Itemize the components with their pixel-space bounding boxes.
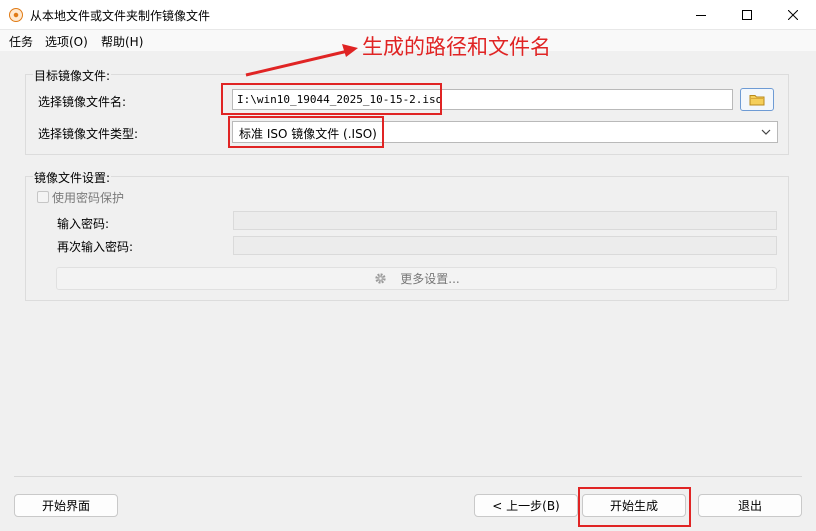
minimize-icon — [696, 15, 706, 16]
maximize-button[interactable] — [724, 0, 770, 30]
password-protect-checkbox[interactable] — [37, 191, 49, 203]
exit-button[interactable]: 退出 — [698, 494, 802, 517]
disc-icon — [9, 8, 23, 22]
window-title: 从本地文件或文件夹制作镜像文件 — [30, 9, 211, 23]
chevron-down-icon — [761, 129, 771, 135]
close-icon — [788, 10, 798, 20]
password-label: 输入密码: — [57, 217, 110, 231]
annotation-text: 生成的路径和文件名 — [362, 35, 551, 59]
title-bar: 从本地文件或文件夹制作镜像文件 — [0, 0, 816, 30]
filename-highlight-box — [221, 83, 442, 115]
password-confirm-label: 再次输入密码: — [57, 240, 134, 254]
browse-button[interactable] — [740, 88, 774, 111]
close-button[interactable] — [770, 0, 816, 30]
filename-label: 选择镜像文件名: — [38, 95, 127, 109]
password-protect-label: 使用密码保护 — [52, 191, 125, 205]
menu-help[interactable]: 帮助(H) — [101, 33, 143, 50]
footer-separator — [14, 476, 802, 477]
password-confirm-input[interactable] — [233, 236, 777, 255]
target-group-title: 目标镜像文件: — [33, 67, 112, 84]
password-input[interactable] — [233, 211, 777, 230]
generate-highlight-box — [578, 487, 691, 527]
back-button[interactable]: < 上一步(B) — [474, 494, 578, 517]
folder-icon — [749, 95, 765, 106]
menu-options[interactable]: 选项(O) — [45, 33, 88, 50]
type-highlight-box — [228, 116, 384, 148]
type-label: 选择镜像文件类型: — [38, 127, 139, 141]
maximize-icon — [742, 10, 752, 20]
minimize-button[interactable] — [678, 0, 724, 30]
gear-icon — [375, 273, 386, 284]
settings-group-title: 镜像文件设置: — [33, 169, 112, 186]
start-page-button[interactable]: 开始界面 — [14, 494, 118, 517]
menu-task[interactable]: 任务 — [9, 33, 33, 50]
more-settings-label: 更多设置... — [400, 272, 460, 286]
more-settings-button[interactable]: 更多设置... — [56, 267, 777, 290]
